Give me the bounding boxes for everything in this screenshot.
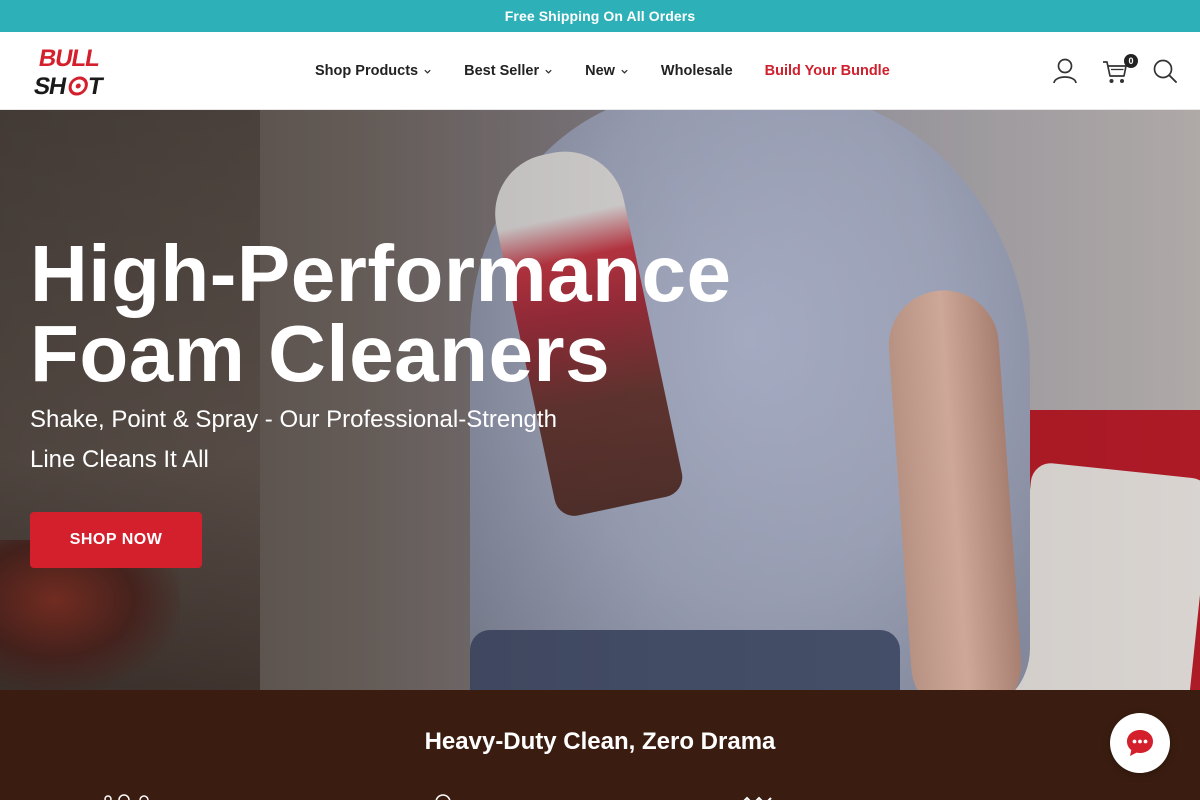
- hero-subtitle: Shake, Point & Spray - Our Professional-…: [30, 406, 557, 473]
- nav-build-your-bundle[interactable]: Build Your Bundle: [765, 63, 890, 79]
- cart-button[interactable]: 0: [1100, 54, 1138, 86]
- chevron-down-icon: [621, 69, 628, 74]
- search-icon: [1153, 59, 1177, 83]
- hero-title: High-Performance Foam Cleaners: [30, 234, 731, 394]
- announcement-bar: Free Shipping On All Orders: [0, 0, 1200, 32]
- user-icon: [1053, 58, 1077, 84]
- chevron-down-icon: [545, 69, 552, 74]
- svg-text:SH: SH: [34, 73, 68, 100]
- chevron-down-icon: [424, 69, 431, 74]
- site-header: BULL SH T Shop Products Best Seller New …: [0, 32, 1200, 110]
- search-button[interactable]: [1150, 56, 1180, 86]
- drop-icon: [435, 794, 451, 800]
- svg-text:BULL: BULL: [37, 45, 103, 72]
- nav-label: New: [585, 63, 615, 79]
- diamond-icon: [743, 796, 772, 800]
- nav-label: Best Seller: [464, 63, 540, 79]
- svg-text:T: T: [86, 73, 106, 100]
- chat-bubble-icon: [1127, 730, 1153, 756]
- features-section: Heavy-Duty Clean, Zero Drama: [0, 690, 1200, 800]
- main-nav: Shop Products Best Seller New Wholesale …: [315, 32, 922, 110]
- announcement-text: Free Shipping On All Orders: [504, 8, 696, 24]
- bubbles-icon: [104, 794, 149, 800]
- hero-banner: High-Performance Foam Cleaners Shake, Po…: [0, 110, 1200, 690]
- hero-title-line1: High-Performance: [30, 229, 732, 318]
- nav-best-seller[interactable]: Best Seller: [464, 63, 553, 79]
- chat-widget-button[interactable]: [1110, 713, 1170, 773]
- brand-logo[interactable]: BULL SH T: [32, 42, 116, 100]
- nav-shop-products[interactable]: Shop Products: [315, 63, 432, 79]
- header-actions: 0: [1030, 32, 1180, 110]
- nav-new[interactable]: New: [585, 63, 629, 79]
- nav-label: Wholesale: [660, 63, 733, 79]
- nav-wholesale[interactable]: Wholesale: [661, 63, 733, 79]
- shop-now-button[interactable]: SHOP NOW: [30, 512, 202, 568]
- nav-label: Build Your Bundle: [764, 63, 890, 79]
- cart-count-badge: 0: [1124, 54, 1138, 68]
- account-button[interactable]: [1050, 56, 1080, 86]
- nav-label: Shop Products: [315, 63, 419, 79]
- hero-title-line2: Foam Cleaners: [30, 309, 611, 398]
- features-title: Heavy-Duty Clean, Zero Drama: [424, 728, 776, 755]
